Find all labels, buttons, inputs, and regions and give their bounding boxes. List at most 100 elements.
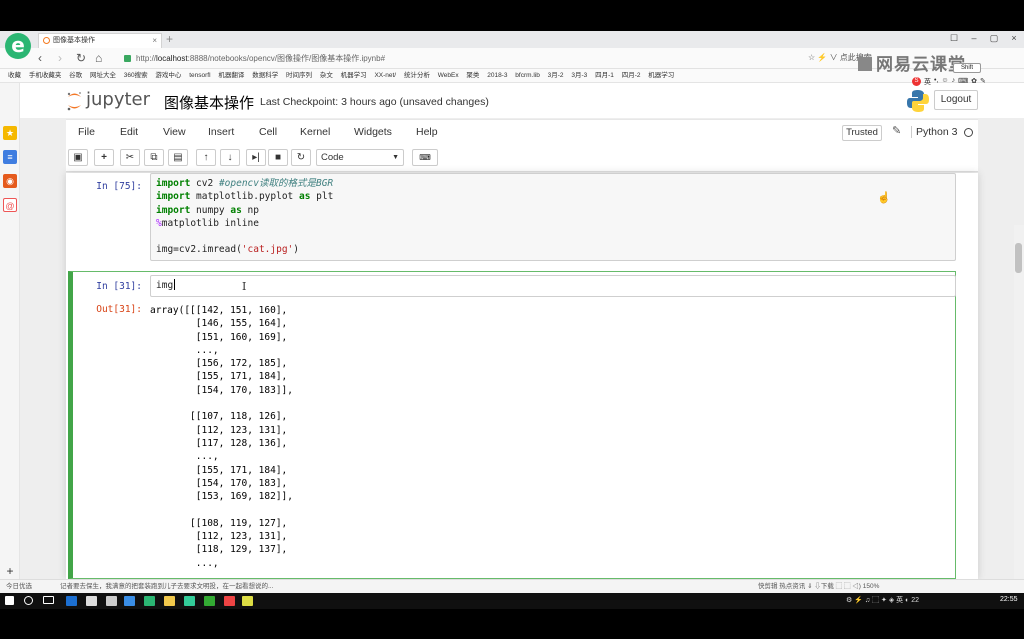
bookmark-item[interactable]: 杂文 — [320, 72, 333, 79]
bookmark-item[interactable]: 统计分析 — [404, 72, 430, 79]
copy-icon[interactable]: ⧉ — [144, 149, 164, 166]
status-news-ticker[interactable]: 记者要去保生，我满意的把套装跑到儿子去要求文明投，在一起看想说的... — [60, 580, 273, 593]
menu-edit[interactable]: Edit — [120, 126, 138, 138]
status-right-tools[interactable]: 快剪辑 热点资讯 ⇓ ⇩下载 ⬚ ⬚ ◁) 150% — [758, 580, 879, 593]
edge-icon[interactable] — [66, 596, 77, 606]
ime-emoji-icon[interactable]: ☺ — [941, 77, 948, 89]
trusted-badge[interactable]: Trusted — [842, 125, 882, 141]
ime-mic-icon[interactable]: ♪ — [952, 77, 956, 89]
system-tray[interactable]: ⚙ ⚡ ♫ ⬚ ✦ ◈ 英 ◐ 22 — [846, 595, 919, 605]
menu-help[interactable]: Help — [416, 126, 438, 138]
bookmark-item[interactable]: 数据科学 — [252, 72, 278, 79]
menu-kernel[interactable]: Kernel — [300, 126, 330, 138]
stop-icon[interactable]: ■ — [268, 149, 288, 166]
status-left[interactable]: 今日优选 — [6, 580, 32, 593]
notebook-name[interactable]: 图像基本操作 — [164, 92, 254, 113]
search-icon[interactable] — [24, 596, 33, 605]
ime-logo-icon[interactable]: S — [912, 77, 921, 86]
menu-widgets[interactable]: Widgets — [354, 126, 392, 138]
keyboard-icon[interactable]: ⌨ — [412, 149, 438, 166]
mouse-pointer-icon: ☝ — [877, 192, 891, 204]
minimize-button[interactable]: – — [968, 33, 980, 44]
bookmark-item[interactable]: tensorfl — [189, 72, 210, 79]
step-forward-icon[interactable]: ▸| — [246, 149, 266, 166]
ime-keyboard-icon[interactable]: ⌨ — [958, 77, 968, 89]
plus-icon[interactable]: + — [94, 149, 114, 166]
logout-button[interactable]: Logout — [934, 90, 978, 110]
forward-icon[interactable]: › — [58, 51, 62, 65]
bookmark-item[interactable]: 谷歌 — [69, 72, 82, 79]
bookmark-item[interactable]: 四月-1 — [595, 72, 614, 79]
url-input[interactable]: http://localhost:8888/notebooks/opencv/图… — [120, 50, 840, 67]
explorer-icon[interactable] — [164, 596, 175, 606]
app-icon[interactable] — [242, 596, 253, 606]
bookmark-item[interactable]: 机器学习 — [341, 72, 367, 79]
app-icon[interactable] — [184, 596, 195, 606]
bookmark-item[interactable]: 手机收藏夹 — [29, 72, 62, 79]
app-icon[interactable] — [224, 596, 235, 606]
home-icon[interactable]: ⌂ — [95, 51, 102, 65]
chevron-down-icon: ▼ — [392, 154, 399, 161]
store-icon[interactable] — [86, 596, 97, 606]
mail-icon[interactable]: @ — [3, 198, 17, 212]
menu-insert[interactable]: Insert — [208, 126, 234, 138]
maximize-button[interactable]: ▢ — [988, 33, 1000, 44]
ime-settings-icon[interactable]: ✎ — [980, 77, 986, 89]
tab-close-icon[interactable]: × — [152, 34, 157, 47]
task-view-icon[interactable] — [43, 596, 54, 604]
bookmark-item[interactable]: 收藏 — [8, 72, 21, 79]
new-tab-button[interactable]: + — [166, 32, 173, 46]
code-input[interactable]: import cv2 #opencv读取的格式是BGR import matplo… — [150, 173, 956, 261]
back-icon[interactable]: ‹ — [38, 51, 42, 65]
scissors-icon[interactable]: ✂ — [120, 149, 140, 166]
browser-logo-icon[interactable]: e — [5, 33, 31, 59]
clock[interactable]: 22:55 — [1000, 596, 1018, 603]
bookmark-item[interactable]: 3月-2 — [548, 72, 564, 79]
bookmark-item[interactable]: 2018-3 — [487, 72, 507, 79]
ime-language[interactable]: 英 — [924, 77, 931, 89]
app-icon[interactable] — [124, 596, 135, 606]
cell-type-select[interactable]: Code ▼ — [316, 149, 404, 166]
menu-cell[interactable]: Cell — [259, 126, 277, 138]
paste-icon[interactable]: ▤ — [168, 149, 188, 166]
menu-file[interactable]: File — [78, 126, 95, 138]
restart-icon[interactable]: ↻ — [291, 149, 311, 166]
close-window-button[interactable]: × — [1008, 33, 1020, 44]
bookmark-item[interactable]: 游戏中心 — [155, 72, 181, 79]
bookmark-item[interactable]: 360搜索 — [124, 72, 148, 79]
kernel-name[interactable]: Python 3 — [911, 126, 957, 138]
code-input[interactable]: img — [150, 275, 956, 297]
ime-punct-icon[interactable]: •, — [934, 77, 938, 89]
bookmark-item[interactable]: 四月-2 — [622, 72, 641, 79]
bookmark-item[interactable]: WebEx — [438, 72, 459, 79]
browser-app-icon[interactable] — [144, 596, 155, 606]
scrollbar-thumb[interactable] — [1015, 243, 1022, 273]
arrow-down-icon[interactable]: ↓ — [220, 149, 240, 166]
arrow-up-icon[interactable]: ↑ — [196, 149, 216, 166]
add-sidebar-icon[interactable]: + — [3, 564, 17, 578]
code-text: matplotlib inline — [161, 217, 259, 229]
bookmark-item[interactable]: XX-net/ — [374, 72, 396, 79]
app-icon[interactable] — [204, 596, 215, 606]
start-windows-icon[interactable] — [5, 596, 14, 605]
page-scrollbar[interactable] — [1014, 225, 1024, 579]
bookmark-item[interactable]: 3月-3 — [571, 72, 587, 79]
reload-icon[interactable]: ↻ — [76, 51, 86, 65]
jupyter-logo[interactable]: jupyter — [66, 89, 156, 113]
menu-view[interactable]: View — [163, 126, 186, 138]
bookmark-item[interactable]: 机器学习 — [648, 72, 674, 79]
bookmark-item[interactable]: 聚类 — [466, 72, 479, 79]
weibo-icon[interactable]: ◉ — [3, 174, 17, 188]
bookmark-item[interactable]: 网址大全 — [90, 72, 116, 79]
favorites-star-icon[interactable]: ★ — [3, 126, 17, 140]
bookmark-item[interactable]: 时间序列 — [286, 72, 312, 79]
ime-skin-icon[interactable]: ✿ — [971, 77, 977, 89]
code-keyword: import — [156, 204, 191, 216]
skin-icon[interactable]: ☐ — [948, 33, 960, 44]
mail-app-icon[interactable] — [106, 596, 117, 606]
bookmark-item[interactable]: 机器翻译 — [218, 72, 244, 79]
news-icon[interactable]: ≡ — [3, 150, 17, 164]
tab-notebook[interactable]: 图像基本操作 × — [38, 33, 162, 48]
bookmark-item[interactable]: bfcrm.lib — [515, 72, 540, 79]
save-icon[interactable]: ▣ — [68, 149, 88, 166]
